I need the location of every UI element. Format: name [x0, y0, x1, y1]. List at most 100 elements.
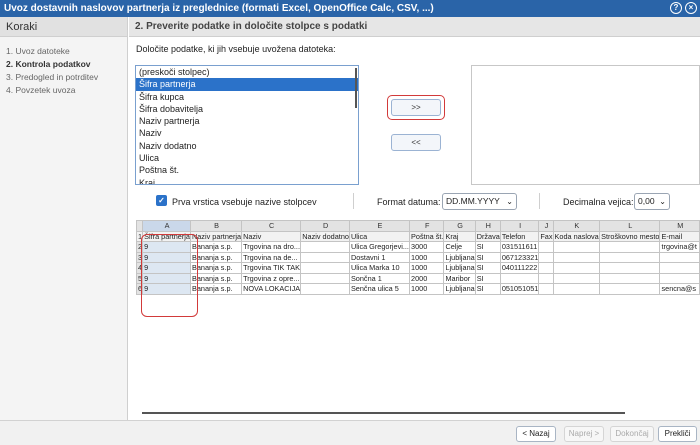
- table-cell[interactable]: 040111222: [499, 262, 540, 274]
- first-row-checkbox[interactable]: ✓: [156, 195, 167, 206]
- column-header-cell[interactable]: E-mail: [659, 230, 700, 242]
- field-option[interactable]: (preskoči stolpec): [136, 66, 358, 78]
- column-letter[interactable]: G: [443, 220, 476, 232]
- field-option[interactable]: Kraj: [136, 177, 358, 184]
- column-header-cell[interactable]: Naziv dodatno: [300, 230, 350, 242]
- table-cell[interactable]: [552, 262, 601, 274]
- table-cell[interactable]: Bananja s.p.: [189, 283, 243, 295]
- table-cell[interactable]: Ljubljana: [443, 251, 476, 263]
- next-button[interactable]: Naprej >: [564, 426, 604, 442]
- table-cell[interactable]: [552, 241, 601, 253]
- field-option[interactable]: Naziv partnerja: [136, 115, 358, 127]
- field-option[interactable]: Šifra kupca: [136, 91, 358, 103]
- column-header-cell[interactable]: Koda naslova: [552, 230, 601, 242]
- table-cell[interactable]: Trgovina z opre...: [241, 272, 302, 284]
- column-header-cell[interactable]: Telefon: [499, 230, 540, 242]
- table-cell[interactable]: sencna@s: [659, 283, 700, 295]
- add-column-button[interactable]: >>: [391, 99, 441, 116]
- listbox-scroll-thumb[interactable]: [355, 68, 357, 108]
- column-letter[interactable]: K: [552, 220, 601, 232]
- table-cell[interactable]: Ljubljana: [443, 262, 476, 274]
- column-letter[interactable]: H: [474, 220, 501, 232]
- table-cell[interactable]: Sončna 1: [348, 272, 411, 284]
- table-cell[interactable]: Trgovina na dro...: [241, 241, 302, 253]
- column-letter[interactable]: B: [189, 220, 243, 232]
- table-cell[interactable]: Bananja s.p.: [189, 241, 243, 253]
- column-header-cell[interactable]: Stroškovno mesto: [599, 230, 661, 242]
- table-cell[interactable]: [300, 251, 350, 263]
- table-cell[interactable]: [552, 283, 601, 295]
- table-cell[interactable]: [538, 262, 554, 274]
- table-cell[interactable]: [552, 251, 601, 263]
- column-letter[interactable]: L: [599, 220, 661, 232]
- table-cell[interactable]: Senčna ulica 5: [348, 283, 411, 295]
- table-cell[interactable]: 9: [142, 251, 191, 263]
- table-cell[interactable]: Ljubljana: [443, 283, 476, 295]
- table-cell[interactable]: [499, 272, 540, 284]
- table-cell[interactable]: Bananja s.p.: [189, 251, 243, 263]
- table-cell[interactable]: 9: [142, 272, 191, 284]
- table-cell[interactable]: [538, 283, 554, 295]
- help-icon[interactable]: ?: [670, 2, 682, 14]
- column-letter[interactable]: I: [499, 220, 540, 232]
- table-cell[interactable]: 3000: [409, 241, 445, 253]
- decimal-select[interactable]: 0,00 ⌄: [634, 193, 670, 210]
- column-letter[interactable]: D: [300, 220, 350, 232]
- table-cell[interactable]: [538, 251, 554, 263]
- table-cell[interactable]: Maribor: [443, 272, 476, 284]
- field-option[interactable]: Ulica: [136, 152, 358, 164]
- table-cell[interactable]: [599, 262, 661, 274]
- field-option[interactable]: Poštna št.: [136, 164, 358, 176]
- table-cell[interactable]: Trgovina na de...: [241, 251, 302, 263]
- table-cell[interactable]: [659, 262, 700, 274]
- date-format-select[interactable]: DD.MM.YYYY ⌄: [442, 193, 517, 210]
- table-cell[interactable]: Trgovina TIK TAK: [241, 262, 302, 274]
- column-letter[interactable]: C: [241, 220, 302, 232]
- table-cell[interactable]: Ulica Gregorjevi...: [348, 241, 411, 253]
- data-grid[interactable]: A B C D E F G H I J K L M 1 Šifra partner…: [136, 220, 700, 316]
- table-cell[interactable]: [300, 262, 350, 274]
- listbox-scrollbar[interactable]: [353, 66, 358, 184]
- column-header-cell[interactable]: Država: [474, 230, 501, 242]
- table-cell[interactable]: Celje: [443, 241, 476, 253]
- table-cell[interactable]: SI: [474, 251, 501, 263]
- table-cell[interactable]: [552, 272, 601, 284]
- table-cell[interactable]: 1000: [409, 283, 445, 295]
- column-letter[interactable]: J: [538, 220, 554, 232]
- column-letter[interactable]: F: [409, 220, 445, 232]
- table-cell[interactable]: SI: [474, 241, 501, 253]
- table-cell[interactable]: 051051051: [499, 283, 540, 295]
- column-letter[interactable]: M: [659, 220, 700, 232]
- table-cell[interactable]: 2000: [409, 272, 445, 284]
- column-letter[interactable]: E: [348, 220, 411, 232]
- finish-button[interactable]: Dokončaj: [610, 426, 654, 442]
- grid-scrollbar[interactable]: [142, 412, 625, 414]
- back-button[interactable]: < Nazaj: [516, 426, 556, 442]
- table-cell[interactable]: [538, 241, 554, 253]
- table-cell[interactable]: trgovina@t: [659, 241, 700, 253]
- column-letter[interactable]: A: [142, 220, 191, 232]
- table-cell[interactable]: Dostavni 1: [348, 251, 411, 263]
- table-cell[interactable]: 067123321: [499, 251, 540, 263]
- column-header-cell[interactable]: Kraj: [443, 230, 476, 242]
- table-cell[interactable]: NOVA LOKACIJA: [241, 283, 302, 295]
- table-cell[interactable]: 9: [142, 241, 191, 253]
- table-cell[interactable]: [599, 272, 661, 284]
- table-cell[interactable]: [300, 272, 350, 284]
- table-cell[interactable]: SI: [474, 283, 501, 295]
- table-cell[interactable]: Ulica Marka 10: [348, 262, 411, 274]
- remove-column-button[interactable]: <<: [391, 134, 441, 151]
- column-header-cell[interactable]: Ulica: [348, 230, 411, 242]
- field-option[interactable]: Naziv dodatno: [136, 140, 358, 152]
- table-cell[interactable]: [300, 283, 350, 295]
- table-cell[interactable]: [599, 283, 661, 295]
- table-cell[interactable]: Bananja s.p.: [189, 272, 243, 284]
- table-cell[interactable]: [599, 251, 661, 263]
- table-cell[interactable]: [538, 272, 554, 284]
- field-listbox[interactable]: (preskoči stolpec) Šifra partnerja Šifra…: [135, 65, 359, 185]
- table-cell[interactable]: 9: [142, 283, 191, 295]
- table-cell[interactable]: SI: [474, 272, 501, 284]
- assigned-fields-box[interactable]: [471, 65, 700, 185]
- field-option[interactable]: Šifra dobavitelja: [136, 103, 358, 115]
- table-cell[interactable]: SI: [474, 262, 501, 274]
